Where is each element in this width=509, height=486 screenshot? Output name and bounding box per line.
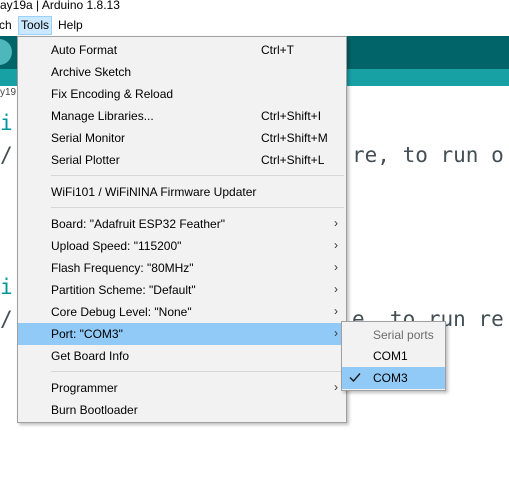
menu-separator [51,371,344,372]
menu-sketch[interactable]: ch [0,18,12,32]
menu-item-archive-sketch[interactable]: Archive Sketch [18,61,346,83]
menu-item-upload-speed[interactable]: Upload Speed: "115200" › [18,235,346,257]
menu-item-label: Board: "Adafruit ESP32 Feather" [51,217,225,231]
menu-item-label: Port: "COM3" [51,327,123,341]
port-option-label: COM1 [373,349,408,363]
menu-item-shortcut: Ctrl+Shift+I [261,109,322,123]
tools-menu: Auto Format Ctrl+T Archive Sketch Fix En… [17,36,347,423]
menu-item-label: WiFi101 / WiFiNINA Firmware Updater [51,185,257,199]
menu-item-label: Serial Monitor [51,131,126,145]
menu-item-serial-plotter[interactable]: Serial Plotter Ctrl+Shift+L [18,149,346,171]
menu-item-get-board-info[interactable]: Get Board Info [18,345,346,367]
submenu-heading: Serial ports [373,328,434,342]
port-submenu: Serial ports COM1 COM3 [341,321,446,391]
code-line-2-tail: re, to run o [352,143,504,167]
menu-item-burn-bootloader[interactable]: Burn Bootloader [18,399,346,421]
menu-item-label: Fix Encoding & Reload [51,87,174,101]
menu-item-core-debug-level[interactable]: Core Debug Level: "None" › [18,301,346,323]
menu-item-label: Programmer [51,381,118,395]
menu-item-shortcut: Ctrl+Shift+M [261,131,328,145]
chevron-right-icon: › [334,260,338,274]
sketch-tab-label[interactable]: y19 [0,87,16,98]
menu-item-manage-libraries[interactable]: Manage Libraries... Ctrl+Shift+I [18,105,346,127]
window-title-bar: ay19a | Arduino 1.8.13 [0,0,509,15]
menu-tools[interactable]: Tools [18,16,53,35]
code-line-3: i [0,275,13,299]
menu-item-label: Serial Plotter [51,153,120,167]
chevron-right-icon: › [334,238,338,252]
menu-item-shortcut: Ctrl+T [261,43,294,57]
window-title: ay19a | Arduino 1.8.13 [0,0,120,12]
menu-item-label: Auto Format [51,43,118,57]
menu-separator [51,207,344,208]
menu-item-programmer[interactable]: Programmer › [18,377,346,399]
menu-item-serial-monitor[interactable]: Serial Monitor Ctrl+Shift+M [18,127,346,149]
port-option-com3[interactable]: COM3 [342,367,445,389]
menu-item-label: Get Board Info [51,349,130,363]
chevron-right-icon: › [334,326,338,340]
menu-item-label: Burn Bootloader [51,403,138,417]
menu-item-partition-scheme[interactable]: Partition Scheme: "Default" › [18,279,346,301]
chevron-right-icon: › [334,216,338,230]
code-line-4: / [0,307,13,331]
menu-item-wifi-firmware-updater[interactable]: WiFi101 / WiFiNINA Firmware Updater [18,181,346,203]
code-line-2: / [0,143,13,167]
menu-item-shortcut: Ctrl+Shift+L [261,153,325,167]
menu-item-auto-format[interactable]: Auto Format Ctrl+T [18,39,346,61]
menu-item-fix-encoding[interactable]: Fix Encoding & Reload [18,83,346,105]
code-line-1: i [0,111,13,135]
chevron-right-icon: › [334,282,338,296]
chevron-right-icon: › [334,380,338,394]
port-option-label: COM3 [373,371,408,385]
menu-item-label: Core Debug Level: "None" [51,305,192,319]
menu-item-label: Flash Frequency: "80MHz" [51,261,194,275]
menu-bar: ch Tools Help [0,15,509,35]
menu-item-board[interactable]: Board: "Adafruit ESP32 Feather" › [18,213,346,235]
menu-item-label: Upload Speed: "115200" [51,239,182,253]
menu-item-label: Archive Sketch [51,65,132,79]
checkmark-icon [349,373,361,383]
menu-item-label: Manage Libraries... [51,109,154,123]
port-option-com1[interactable]: COM1 [342,345,445,367]
chevron-right-icon: › [334,304,338,318]
menu-item-label: Partition Scheme: "Default" [51,283,196,297]
verify-button[interactable] [0,39,12,65]
menu-item-port[interactable]: Port: "COM3" › [18,323,346,345]
menu-item-flash-frequency[interactable]: Flash Frequency: "80MHz" › [18,257,346,279]
menu-help[interactable]: Help [58,18,83,32]
menu-separator [51,175,344,176]
